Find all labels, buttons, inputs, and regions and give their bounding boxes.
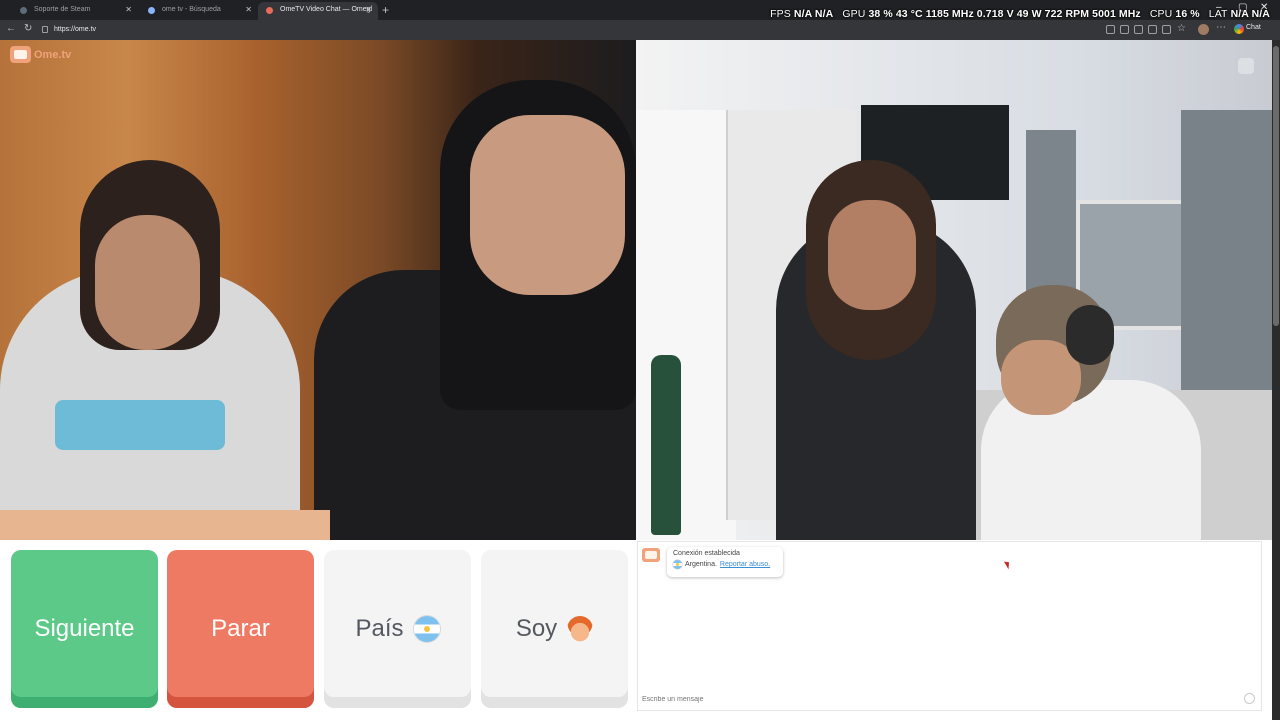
tab-steam-support[interactable]: Soporte de Steam ✕ xyxy=(12,2,138,20)
new-tab-icon[interactable]: + xyxy=(382,3,389,17)
argentina-flag-icon xyxy=(413,616,440,642)
headphones xyxy=(1066,305,1114,365)
next-button-label: Siguiente xyxy=(34,615,135,642)
partner-country: Argentina. xyxy=(685,561,717,568)
close-tab-icon[interactable]: ✕ xyxy=(365,2,372,18)
tab-ometv[interactable]: OmeTV Video Chat — Omegl ✕ xyxy=(258,2,378,20)
argentina-flag-icon xyxy=(673,560,682,569)
person-face xyxy=(828,200,916,310)
boy-emoji-icon xyxy=(567,616,594,642)
logo-text: Ome.tv xyxy=(34,49,72,61)
fps-value: N/A N/A xyxy=(793,8,834,20)
video-corner-icon[interactable] xyxy=(1238,58,1254,74)
cpu-label: CPU xyxy=(1149,8,1173,20)
tab-title: Soporte de Steam xyxy=(34,6,91,13)
country-button[interactable]: País xyxy=(324,550,471,708)
ometv-logo: Ome.tv xyxy=(10,46,71,64)
thermos xyxy=(651,355,681,535)
chat-button[interactable]: Chat xyxy=(1234,24,1261,34)
ometv-chat-icon xyxy=(642,548,660,562)
steam-icon xyxy=(20,7,27,14)
tab-title: OmeTV Video Chat — Omegl xyxy=(280,6,373,13)
gpu-value: 38 % 43 °C 1185 MHz 0.718 V 49 W 722 RPM… xyxy=(868,8,1141,20)
emoji-icon[interactable] xyxy=(1244,693,1255,704)
person-face xyxy=(470,115,625,295)
profile-avatar[interactable] xyxy=(1198,24,1209,35)
tab-title: ome tv - Búsqueda xyxy=(162,6,221,13)
system-message: Conexión establecida Argentina. Reportar… xyxy=(667,547,783,577)
fps-label: FPS xyxy=(770,8,791,20)
reader-icon[interactable] xyxy=(1134,25,1143,34)
extension-icon[interactable] xyxy=(1148,25,1157,34)
translate-icon[interactable] xyxy=(1120,25,1129,34)
gender-button-label: Soy xyxy=(515,615,558,642)
report-abuse-link[interactable]: Reportar abuso. xyxy=(720,561,770,568)
address-bar[interactable]: https://ome.tv xyxy=(40,23,1100,37)
gpu-label: GPU xyxy=(842,8,866,20)
remote-video xyxy=(636,40,1272,540)
reload-icon[interactable]: ↻ xyxy=(24,23,32,34)
url-text: https://ome.tv xyxy=(54,26,97,33)
curtain xyxy=(1181,110,1272,400)
person-face xyxy=(95,215,200,350)
menu-icon[interactable]: ⋯ xyxy=(1216,22,1226,33)
cast-icon[interactable] xyxy=(1106,25,1115,34)
ometv-icon xyxy=(266,7,273,14)
back-icon[interactable]: ← xyxy=(6,23,16,34)
browser-toolbar: ← ↻ https://ome.tv ☆ ⋯ Chat xyxy=(0,20,1280,40)
hoodie-logo xyxy=(55,400,225,450)
gender-button[interactable]: Soy xyxy=(481,550,628,708)
search-icon xyxy=(148,7,155,14)
cpu-value: 16 % xyxy=(1175,8,1200,20)
table-surface xyxy=(0,510,330,540)
lat-label: LAT xyxy=(1208,8,1228,20)
lock-icon xyxy=(42,26,48,33)
download-icon[interactable] xyxy=(1162,25,1171,34)
connection-status: Conexión establecida xyxy=(673,550,740,557)
country-button-label: País xyxy=(355,615,404,642)
message-input[interactable] xyxy=(642,693,1242,705)
stop-button[interactable]: Parar xyxy=(167,550,314,708)
ometv-logo-icon xyxy=(10,46,31,63)
stop-button-label: Parar xyxy=(211,615,270,642)
close-tab-icon[interactable]: ✕ xyxy=(125,2,132,18)
next-button[interactable]: Siguiente xyxy=(11,550,158,708)
lat-value: N/A N/A xyxy=(1230,8,1270,20)
close-tab-icon[interactable]: ✕ xyxy=(245,2,252,18)
scrollbar-thumb[interactable] xyxy=(1273,46,1279,326)
local-video xyxy=(0,40,636,540)
tab-search[interactable]: ome tv - Búsqueda ✕ xyxy=(140,2,258,20)
star-icon[interactable]: ☆ xyxy=(1177,23,1186,34)
